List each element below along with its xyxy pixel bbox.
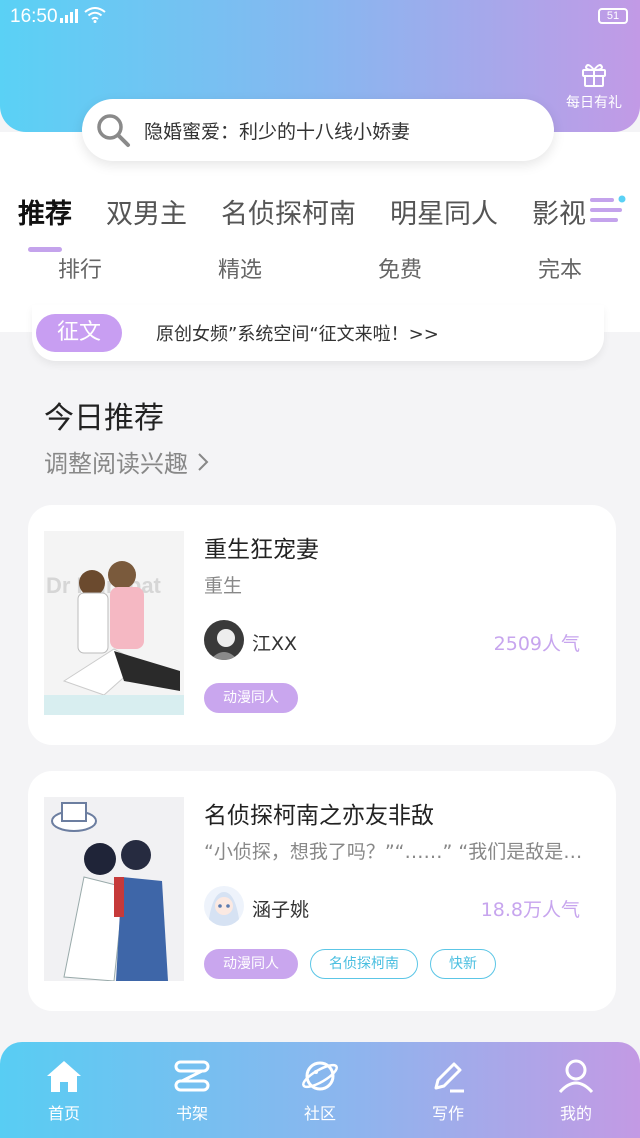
tabbar-label: 写作 (431, 1104, 464, 1123)
tabbar-item-profile[interactable]: 我的 (512, 1042, 640, 1138)
tab-film[interactable]: 影视同人 (532, 192, 588, 231)
author-name: 涵子姚 (252, 899, 310, 921)
planet-icon (302, 1061, 338, 1091)
user-icon (558, 1059, 594, 1094)
tag-list: 动漫同人 名侦探柯南 快新 (204, 949, 496, 979)
home-icon (47, 1061, 81, 1092)
status-bar: 16:50 51 (0, 0, 640, 34)
search-bar[interactable]: 隐婚蜜爱：利少的十八线小娇妻 (82, 99, 554, 161)
bottom-tab-bar: 首页 书架 社区 写作 我的 (0, 1042, 640, 1138)
subtab-ranking[interactable]: 排行 (0, 252, 160, 286)
search-icon (97, 114, 130, 147)
popularity-count: 2509人气 (493, 633, 580, 655)
tabbar-item-home[interactable]: 首页 (0, 1042, 128, 1138)
announcement-badge: 征文 (36, 314, 122, 352)
tabbar-item-community[interactable]: 社区 (256, 1042, 384, 1138)
wifi-icon (84, 7, 106, 23)
section-title: 今日推荐 (44, 401, 164, 436)
tabbar-label: 我的 (559, 1104, 592, 1123)
book-card[interactable]: Dr Kurobat 重生狂宠妻 重生 江XX 2509人气 动漫同人 (28, 505, 616, 745)
tabbar-item-bookshelf[interactable]: 书架 (128, 1042, 256, 1138)
author-avatar (204, 886, 244, 926)
sub-tabs: 排行 精选 免费 完本 (0, 252, 640, 286)
book-cover[interactable] (44, 797, 184, 981)
subtab-featured[interactable]: 精选 (160, 252, 320, 286)
subtab-completed[interactable]: 完本 (480, 252, 640, 286)
book-cover[interactable]: Dr Kurobat (44, 531, 184, 715)
category-menu-icon[interactable] (586, 192, 630, 228)
book-card[interactable]: 名侦探柯南之亦友非敌 “小侦探，想我了吗？”“……” “我们是敌是友… 涵子姚 … (28, 771, 616, 1011)
cover-illustration (44, 797, 184, 981)
book-description: 重生 (204, 575, 243, 597)
battery-icon: 51 (598, 8, 628, 24)
book-title[interactable]: 名侦探柯南之亦友非敌 (204, 796, 434, 830)
tab-recommend[interactable]: 推荐 (18, 192, 72, 231)
book-description: “小侦探，想我了吗？”“……” “我们是敌是友… (204, 841, 594, 863)
bookshelf-icon (174, 1060, 210, 1092)
cover-illustration: Dr Kurobat (44, 531, 184, 715)
pen-icon (434, 1062, 464, 1093)
tabbar-label: 首页 (47, 1104, 80, 1123)
daily-gift-button[interactable]: 每日有礼 (562, 60, 626, 112)
tabbar-label: 社区 (303, 1104, 336, 1123)
announcement-text: 原创女频”系统空间“征文来啦！>> (156, 324, 439, 345)
tab-detective-conan[interactable]: 名侦探柯南 (221, 192, 356, 231)
status-time: 16:50 (10, 6, 58, 27)
tag[interactable]: 名侦探柯南 (310, 949, 418, 979)
book-title[interactable]: 重生狂宠妻 (204, 530, 319, 564)
tabbar-label: 书架 (175, 1104, 208, 1123)
adjust-interest-label: 调整阅读兴趣 (44, 450, 188, 478)
popularity-count: 18.8万人气 (480, 899, 580, 921)
author-name: 江XX (252, 633, 298, 655)
category-tabs: 推荐双男主名侦探柯南明星同人影视同人 (18, 192, 588, 242)
tab-celebrity[interactable]: 明星同人 (390, 192, 498, 231)
tag[interactable]: 快新 (430, 949, 496, 979)
tag[interactable]: 动漫同人 (204, 949, 298, 979)
tab-double-male[interactable]: 双男主 (106, 192, 187, 231)
announcement-banner[interactable]: 征文 原创女频”系统空间“征文来啦！>> (32, 305, 604, 361)
status-icons (60, 7, 106, 23)
search-placeholder: 隐婚蜜爱：利少的十八线小娇妻 (144, 120, 411, 143)
gift-icon (582, 64, 606, 87)
tag-list: 动漫同人 (204, 683, 298, 713)
adjust-interest-link[interactable]: 调整阅读兴趣 (44, 444, 210, 479)
author-avatar (204, 620, 244, 660)
chevron-right-icon (198, 452, 209, 471)
subtab-free[interactable]: 免费 (320, 252, 480, 286)
gift-label: 每日有礼 (566, 95, 622, 111)
tabbar-item-write[interactable]: 写作 (384, 1042, 512, 1138)
signal-icon (60, 7, 78, 23)
tag[interactable]: 动漫同人 (204, 683, 298, 713)
